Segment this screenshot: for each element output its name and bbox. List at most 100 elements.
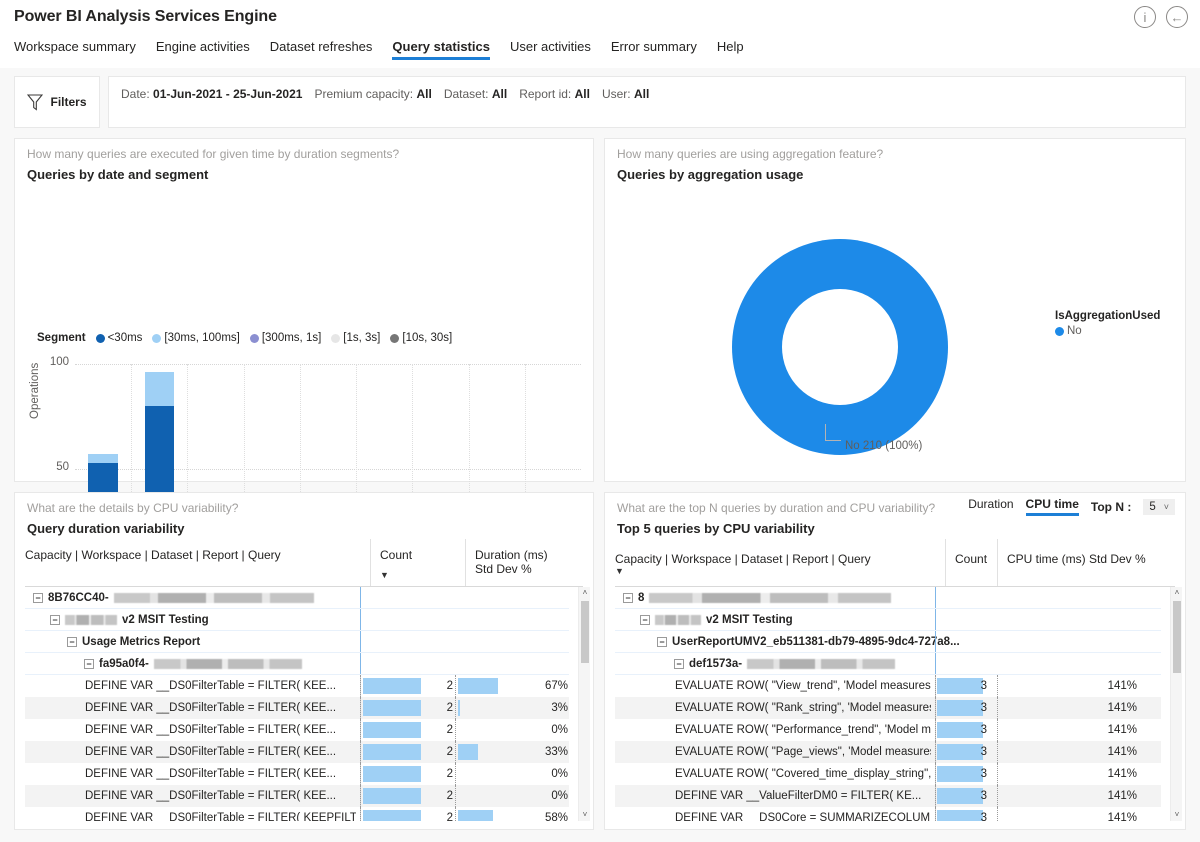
collapse-icon[interactable]: − bbox=[657, 637, 667, 647]
bar-segment[interactable] bbox=[88, 454, 118, 463]
count-value: 2 bbox=[446, 746, 453, 758]
column-divider bbox=[455, 785, 456, 807]
scroll-up-icon[interactable]: ˄ bbox=[579, 587, 591, 599]
tab-dataset-refreshes[interactable]: Dataset refreshes bbox=[260, 36, 383, 62]
table-row[interactable]: DEFINE VAR __DS0FilterTable = FILTER( KE… bbox=[25, 741, 569, 763]
back-icon-glyph: ← bbox=[1170, 9, 1184, 25]
column-divider bbox=[360, 697, 361, 719]
right-table-scrollbar[interactable]: ˄ ˅ bbox=[1170, 587, 1182, 821]
collapse-icon[interactable]: − bbox=[640, 615, 650, 625]
table-row[interactable]: EVALUATE ROW( "View_trend", 'Model measu… bbox=[615, 675, 1161, 697]
bar-segment[interactable] bbox=[144, 372, 174, 406]
column-divider bbox=[455, 675, 456, 697]
legend-item-1[interactable]: [30ms, 100ms] bbox=[152, 332, 240, 344]
tab-engine-activities[interactable]: Engine activities bbox=[146, 36, 260, 62]
query-text: DEFINE VAR __DS0FilterTable = FILTER( KE… bbox=[85, 812, 356, 821]
filter-summary[interactable]: Date: 01-Jun-2021 - 25-Jun-2021 Premium c… bbox=[108, 76, 1186, 128]
table-row[interactable]: DEFINE VAR __DS0Core = SUMMARIZECOLUM...… bbox=[615, 807, 1161, 821]
table-row[interactable]: EVALUATE ROW( "Covered_time_display_stri… bbox=[615, 763, 1161, 785]
col-header-query[interactable]: Capacity | Workspace | Dataset | Report … bbox=[615, 551, 871, 567]
table-row[interactable]: DEFINE VAR __DS0FilterTable = FILTER( KE… bbox=[25, 719, 569, 741]
right-table-toolbar: Duration CPU time Top N : 5 ˅ bbox=[968, 497, 1175, 516]
table-row[interactable]: DEFINE VAR __DS0FilterTable = FILTER( KE… bbox=[25, 785, 569, 807]
tab-error-summary[interactable]: Error summary bbox=[601, 36, 707, 62]
table-group-row[interactable]: − v2 MSIT Testing bbox=[615, 609, 1161, 631]
scroll-up-icon[interactable]: ˄ bbox=[1171, 587, 1183, 599]
card-question: How many queries are executed for given … bbox=[27, 147, 400, 161]
legend-item-3[interactable]: [1s, 3s] bbox=[331, 332, 380, 344]
col-header-query[interactable]: Capacity | Workspace | Dataset | Report … bbox=[25, 547, 281, 563]
col-header-count[interactable]: Count bbox=[380, 547, 412, 563]
percent-value: 141% bbox=[1107, 812, 1137, 821]
scroll-down-icon[interactable]: ˅ bbox=[1171, 809, 1183, 821]
table-group-row[interactable]: − Usage Metrics Report bbox=[25, 631, 569, 653]
table-group-row[interactable]: − fa95a0f4- bbox=[25, 653, 569, 675]
left-table-body[interactable]: −8B76CC40- − v2 MSIT Testing − Usage Metrics… bbox=[25, 587, 569, 821]
right-table-body[interactable]: −8− v2 MSIT Testing − UserReportUMV2_eb5113… bbox=[615, 587, 1161, 821]
filter-chip-value: 01-Jun-2021 - 25-Jun-2021 bbox=[153, 87, 303, 101]
left-table-scrollbar[interactable]: ˄ ˅ bbox=[578, 587, 590, 821]
column-divider bbox=[997, 719, 998, 741]
tab-help[interactable]: Help bbox=[707, 36, 754, 62]
collapse-icon[interactable]: − bbox=[50, 615, 60, 625]
legend-item-2[interactable]: [300ms, 1s] bbox=[249, 332, 321, 344]
tab-cpu-time[interactable]: CPU time bbox=[1025, 497, 1080, 516]
query-text: DEFINE VAR __DS0Core = SUMMARIZECOLUM... bbox=[675, 812, 931, 821]
tab-user-activities[interactable]: User activities bbox=[500, 36, 601, 62]
back-icon[interactable]: ← bbox=[1166, 6, 1188, 28]
tab-workspace-summary[interactable]: Workspace summary bbox=[14, 36, 146, 62]
col-header-duration-l2[interactable]: Std Dev % bbox=[475, 561, 532, 577]
scroll-down-icon[interactable]: ˅ bbox=[579, 809, 591, 821]
column-divider bbox=[935, 587, 936, 608]
count-value: 2 bbox=[446, 680, 453, 692]
topn-select[interactable]: 5 ˅ bbox=[1143, 498, 1175, 515]
percent-bar bbox=[458, 700, 460, 716]
col-header-cpu-std[interactable]: CPU time (ms) Std Dev % bbox=[1007, 551, 1146, 567]
column-divider bbox=[997, 675, 998, 697]
donut-legend-item-no[interactable]: No bbox=[1055, 325, 1160, 337]
filters-button[interactable]: Filters bbox=[14, 76, 100, 128]
scroll-thumb[interactable] bbox=[1173, 601, 1181, 673]
group-label-text: Usage Metrics Report bbox=[82, 636, 201, 648]
collapse-icon[interactable]: − bbox=[623, 593, 633, 603]
table-row[interactable]: DEFINE VAR __DS0FilterTable = FILTER( KE… bbox=[25, 763, 569, 785]
col-header-count[interactable]: Count bbox=[955, 551, 987, 567]
collapse-icon[interactable]: − bbox=[674, 659, 684, 669]
collapse-icon[interactable]: − bbox=[84, 659, 94, 669]
table-row[interactable]: DEFINE VAR __ValueFilterDM0 = FILTER( KE… bbox=[615, 785, 1161, 807]
scroll-thumb[interactable] bbox=[581, 601, 589, 663]
card-question: What are the top N queries by duration a… bbox=[617, 501, 936, 515]
group-label-text: v2 MSIT Testing bbox=[122, 614, 209, 626]
table-group-row[interactable]: − v2 MSIT Testing bbox=[25, 609, 569, 631]
table-row[interactable]: DEFINE VAR __DS0FilterTable = FILTER( KE… bbox=[25, 697, 569, 719]
info-icon[interactable]: i bbox=[1134, 6, 1156, 28]
table-row[interactable]: EVALUATE ROW( "Rank_string", 'Model meas… bbox=[615, 697, 1161, 719]
legend-item-0[interactable]: <30ms bbox=[95, 332, 142, 344]
card-title: Queries by date and segment bbox=[27, 167, 209, 182]
tab-query-statistics[interactable]: Query statistics bbox=[382, 36, 500, 62]
percent-value: 58% bbox=[544, 812, 568, 821]
table-row[interactable]: EVALUATE ROW( "Performance_trend", 'Mode… bbox=[615, 719, 1161, 741]
table-group-row[interactable]: −8 bbox=[615, 587, 1161, 609]
collapse-icon[interactable]: − bbox=[33, 593, 43, 603]
column-divider bbox=[360, 763, 361, 785]
count-value: 2 bbox=[446, 724, 453, 736]
table-row[interactable]: DEFINE VAR __DS0FilterTable = FILTER( KE… bbox=[25, 675, 569, 697]
percent-value: 141% bbox=[1107, 680, 1137, 692]
sort-descending-icon[interactable]: ▼ bbox=[380, 569, 389, 581]
tab-duration[interactable]: Duration bbox=[968, 497, 1013, 516]
column-divider bbox=[935, 763, 936, 785]
table-row[interactable]: DEFINE VAR __DS0FilterTable = FILTER( KE… bbox=[25, 807, 569, 821]
table-group-row[interactable]: − def1573a- bbox=[615, 653, 1161, 675]
query-text: DEFINE VAR __DS0FilterTable = FILTER( KE… bbox=[85, 790, 337, 802]
left-table-header: Capacity | Workspace | Dataset | Report … bbox=[25, 539, 583, 587]
sort-descending-icon[interactable]: ▼ bbox=[615, 565, 624, 577]
table-group-row[interactable]: −8B76CC40- bbox=[25, 587, 569, 609]
column-divider bbox=[935, 609, 936, 630]
collapse-icon[interactable]: − bbox=[67, 637, 77, 647]
table-group-row[interactable]: − UserReportUMV2_eb511381-db79-4895-9dc4-… bbox=[615, 631, 1161, 653]
table-row[interactable]: EVALUATE ROW( "Page_views", 'Model measu… bbox=[615, 741, 1161, 763]
legend-label: No bbox=[1067, 325, 1082, 337]
legend-item-4[interactable]: [10s, 30s] bbox=[390, 332, 452, 344]
legend-swatch bbox=[331, 333, 341, 343]
